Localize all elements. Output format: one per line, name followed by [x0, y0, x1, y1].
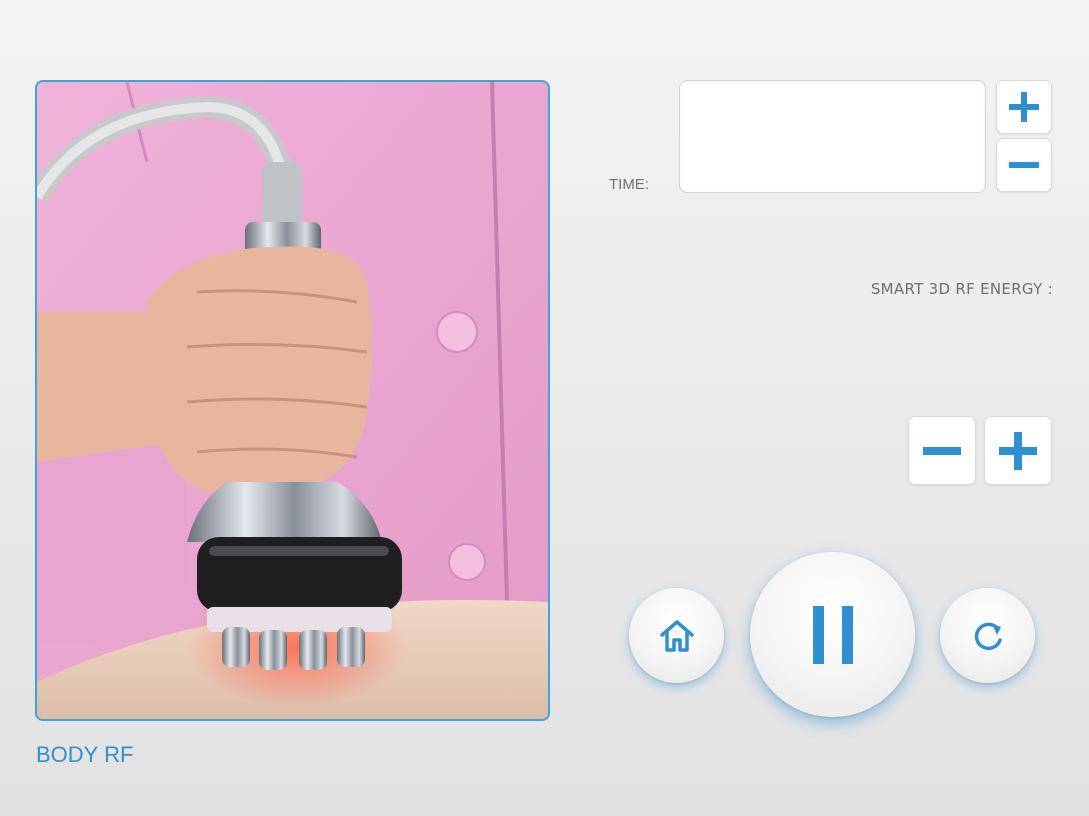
- treatment-photo: [35, 80, 550, 721]
- energy-minus-button[interactable]: [908, 416, 976, 485]
- rf-handpiece-image: [37, 82, 548, 719]
- energy-label: SMART 3D RF ENERGY :: [870, 280, 1053, 298]
- plus-icon: [999, 431, 1037, 470]
- mode-label: BODY RF: [36, 742, 134, 767]
- minus-icon: [923, 446, 961, 455]
- home-icon: [659, 619, 694, 652]
- refresh-button[interactable]: [940, 588, 1035, 683]
- pause-button[interactable]: [750, 552, 915, 717]
- minus-icon: [1009, 162, 1039, 168]
- time-minus-button[interactable]: [996, 138, 1052, 192]
- plus-icon: [1009, 92, 1039, 122]
- time-plus-button[interactable]: [996, 80, 1052, 134]
- home-button[interactable]: [629, 588, 724, 683]
- refresh-icon: [974, 622, 1002, 650]
- energy-plus-button[interactable]: [984, 416, 1052, 485]
- time-display: [679, 80, 986, 193]
- time-label: TIME:: [609, 176, 649, 193]
- pause-icon: [812, 605, 853, 664]
